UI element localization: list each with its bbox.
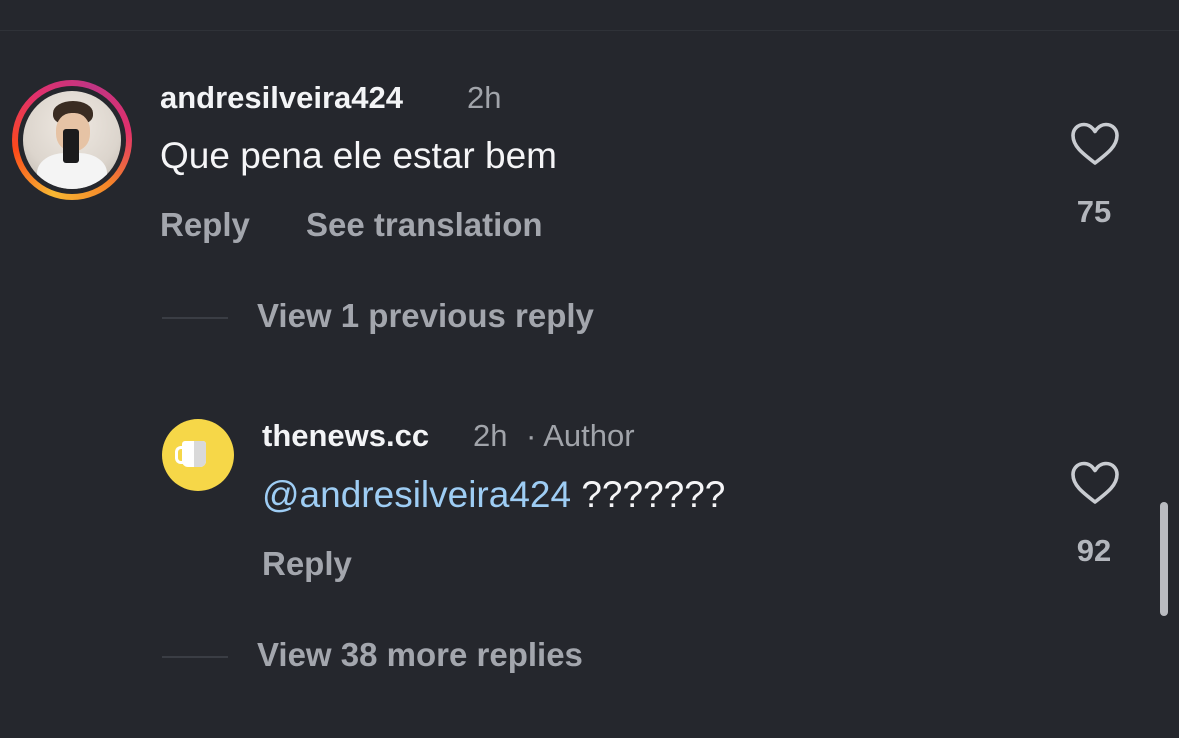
replies-divider-line <box>162 656 228 658</box>
reply-button[interactable]: Reply <box>262 545 352 583</box>
avatar[interactable] <box>162 419 234 491</box>
comment-username[interactable]: thenews.cc <box>262 418 429 454</box>
author-badge: · Author <box>526 418 635 453</box>
comment-text: @andresilveira424 ??????? <box>262 474 725 516</box>
see-translation-button[interactable]: See translation <box>306 206 543 244</box>
comment-username[interactable]: andresilveira424 <box>160 80 403 116</box>
comment-text: Que pena ele estar bem <box>160 135 557 176</box>
like-count: 92 <box>1076 533 1112 568</box>
comment-body: ??????? <box>571 474 726 515</box>
like-count: 75 <box>1076 194 1112 229</box>
reply-button[interactable]: Reply <box>160 206 250 244</box>
heart-outline-icon[interactable] <box>1070 461 1120 505</box>
view-previous-replies-button[interactable]: View 1 previous reply <box>257 297 594 335</box>
comment-time: 2h <box>467 80 502 115</box>
story-ring-avatar[interactable] <box>12 80 132 200</box>
mention-link[interactable]: @andresilveira424 <box>262 474 571 515</box>
scrollbar[interactable] <box>1160 502 1168 616</box>
comment-time: 2h <box>473 418 508 453</box>
avatar <box>23 91 121 189</box>
top-divider <box>0 30 1179 31</box>
replies-divider-line <box>162 317 228 319</box>
view-more-replies-button[interactable]: View 38 more replies <box>257 636 583 674</box>
heart-outline-icon[interactable] <box>1070 122 1120 166</box>
